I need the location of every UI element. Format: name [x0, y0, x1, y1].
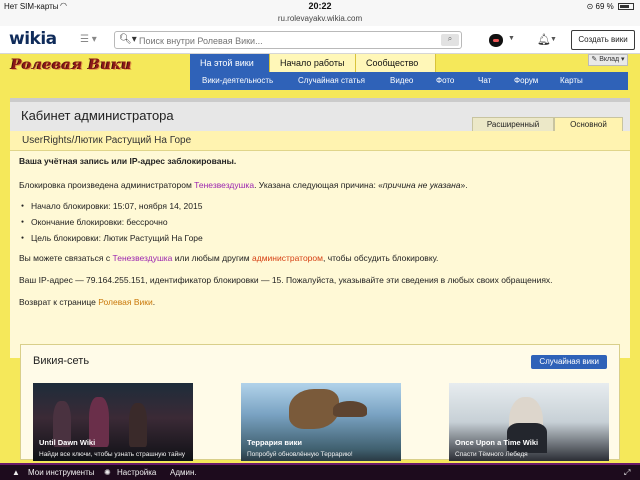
article: Кабинет администратора Расширенный Основ… — [10, 98, 630, 358]
card-title: Until Dawn Wiki — [39, 438, 96, 447]
blocking-admin-link[interactable]: Тенезвездушка — [194, 180, 254, 190]
search-submit-icon[interactable]: ⌕ — [441, 34, 459, 46]
chevron-down-icon[interactable]: ▼ — [508, 35, 515, 42]
battery-percent: 69 % — [595, 2, 614, 11]
my-tools-menu[interactable]: Мои инструменты — [28, 468, 95, 477]
subnav-photos[interactable]: Фото — [436, 72, 454, 90]
card-title: Once Upon a Time Wiki — [455, 438, 539, 447]
url-domain[interactable]: ru.rolevayakv.wikia.com — [278, 14, 362, 23]
card-subtitle: Найди все ключи, чтобы узнать страшную т… — [39, 451, 186, 458]
ip-info: Ваш IP-адрес — 79.164.255.151, идентифик… — [19, 275, 553, 285]
return-suffix: . — [152, 297, 156, 307]
block-details-list: Начало блокировки: 15:07, ноября 14, 201… — [21, 201, 203, 249]
page-subtitle: UserRights/Лютик Растущий На Горе — [10, 131, 630, 151]
wiki-card-once-upon-a-time[interactable]: Once Upon a Time Wiki Спасти Тёмного Леб… — [449, 383, 609, 461]
wikia-logo[interactable]: wikia — [9, 29, 57, 49]
card-subtitle: Спасти Тёмного Лебедя — [455, 451, 528, 458]
card-figure — [333, 401, 367, 417]
search-box[interactable]: 🔍︎▾ ⌕ — [114, 31, 462, 49]
subnav-chat[interactable]: Чат — [478, 72, 491, 90]
subnav-maps[interactable]: Карты — [560, 72, 583, 90]
reason-prefix: . Указана следующая причина: « — [254, 180, 383, 190]
battery-icon — [618, 3, 634, 10]
admin-link[interactable]: Админ. — [170, 468, 197, 477]
contact-user-link[interactable]: Тенезвездушка — [113, 253, 173, 263]
return-line: Возврат к странице Ролевая Вики. — [19, 297, 155, 307]
contribute-label: Вклад — [599, 56, 620, 63]
lock-rotation-icon: ⊙ — [586, 2, 594, 11]
contact-prefix: Вы можете связаться с — [19, 253, 113, 263]
list-item: Начало блокировки: 15:07, ноября 14, 201… — [21, 201, 203, 217]
tab-community[interactable]: Сообщество — [356, 54, 436, 72]
subnav-videos[interactable]: Видео — [390, 72, 413, 90]
return-link[interactable]: Ролевая Вики — [98, 297, 153, 307]
user-avatar[interactable] — [486, 30, 506, 50]
search-icon[interactable]: 🔍︎▾ — [119, 34, 137, 45]
wiki-header: Ролевая Вики На этой вики Начало работы … — [0, 54, 640, 98]
list-item: Цель блокировки: Лютик Растущий На Горе — [21, 233, 203, 249]
status-bar: Нет SIM-карты ◠ 20:22 ⊙ 69 % — [0, 0, 640, 14]
blocked-by-line: Блокировка произведена администратором Т… — [19, 180, 468, 190]
card-figure — [289, 389, 339, 429]
wiki-card-until-dawn[interactable]: Until Dawn Wiki Найди все ключи, чтобы у… — [33, 383, 193, 461]
search-input[interactable] — [139, 34, 439, 47]
page-title: Кабинет администратора — [21, 108, 174, 123]
card-subtitle: Попробуй обновлённую Террарию! — [247, 451, 353, 458]
tab-advanced[interactable]: Расширенный — [472, 117, 554, 131]
subnav-wiki-activity[interactable]: Вики-деятельность — [202, 72, 273, 90]
tab-basic[interactable]: Основной — [554, 117, 623, 131]
bottom-toolbar: ▲ Мои инструменты ✺ Настройка Админ. ⤢ — [0, 463, 640, 480]
card-figure — [129, 403, 147, 447]
settings-link[interactable]: Настройка — [117, 468, 156, 477]
chevron-up-icon[interactable]: ▲ — [12, 468, 20, 477]
contact-line: Вы можете связаться с Тенезвездушка или … — [19, 253, 438, 263]
reason-suffix: ». — [460, 180, 468, 190]
wiki-subnav: Вики-деятельность Случайная статья Видео… — [190, 72, 628, 90]
blocked-by-prefix: Блокировка произведена администратором — [19, 180, 195, 190]
network-heading: Викия-сеть — [33, 355, 90, 367]
clock: 20:22 — [308, 1, 332, 11]
tab-on-this-wiki[interactable]: На этой вики — [190, 54, 270, 72]
contact-mid: или любым другим — [172, 253, 253, 263]
page-header: Кабинет администратора Расширенный Основ… — [10, 98, 630, 131]
blocked-heading: Ваша учётная запись или IP-адрес заблоки… — [19, 156, 237, 166]
subnav-random-page[interactable]: Случайная статья — [298, 72, 365, 90]
wiki-card-terraria[interactable]: Террария вики Попробуй обновлённую Терра… — [241, 383, 401, 461]
contact-suffix: , чтобы обсудить блокировку. — [322, 253, 439, 263]
pencil-icon: ✎ — [591, 56, 598, 63]
global-nav: wikia ☰ ▾ 🔍︎▾ ⌕ ▼ 🔔︎ ▼ Создать вики — [0, 26, 640, 54]
hamburger-menu-icon[interactable]: ☰ ▾ — [80, 34, 97, 45]
chevron-down-icon[interactable]: ▼ — [550, 36, 557, 43]
list-item: Окончание блокировки: бессрочно — [21, 217, 203, 233]
card-title: Террария вики — [247, 438, 302, 447]
random-wiki-button[interactable]: Случайная вики — [531, 355, 607, 369]
gear-icon[interactable]: ✺ — [104, 468, 111, 477]
wiki-logo[interactable]: Ролевая Вики — [11, 57, 132, 73]
toolbar-collapse-icon[interactable]: ⤢ — [624, 468, 630, 478]
contribute-button[interactable]: ✎ Вклад ▾ — [588, 54, 628, 66]
wikia-network: Викия-сеть Случайная вики Until Dawn Wik… — [20, 344, 620, 461]
create-wiki-button[interactable]: Создать вики — [571, 30, 635, 50]
administrators-link[interactable]: администратором — [252, 253, 323, 263]
subnav-forum[interactable]: Форум — [514, 72, 538, 90]
block-reason: причина не указана — [382, 180, 461, 190]
url-bar[interactable]: ru.rolevayakv.wikia.com — [0, 14, 640, 26]
battery-indicator: ⊙ 69 % — [587, 2, 634, 11]
return-prefix: Возврат к странице — [19, 297, 99, 307]
bell-icon[interactable]: 🔔︎ — [537, 33, 551, 46]
tab-getting-started[interactable]: Начало работы — [270, 54, 356, 72]
